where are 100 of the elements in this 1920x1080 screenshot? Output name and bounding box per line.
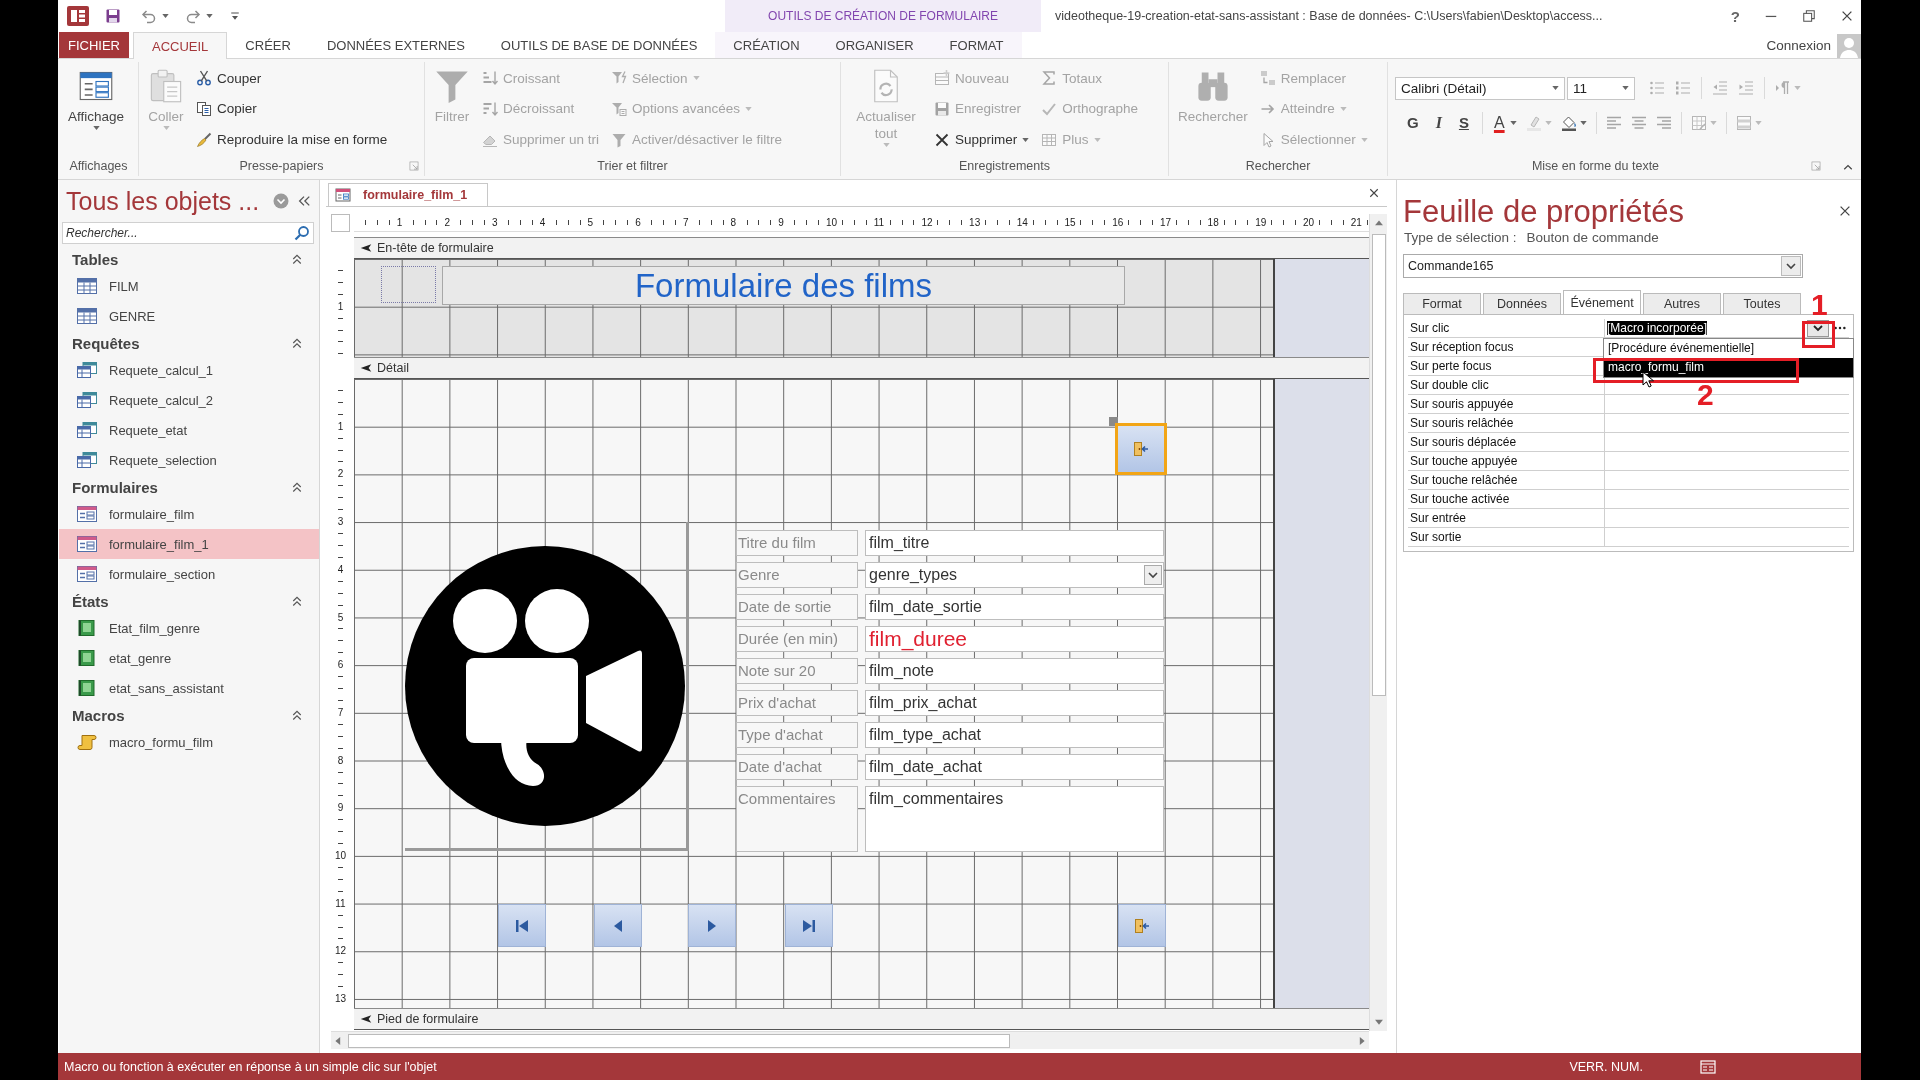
navigation-item[interactable]: Requete_calcul_1 <box>59 355 319 385</box>
group-header[interactable]: Macros <box>59 703 319 727</box>
navigation-item[interactable]: etat_sans_assistant <box>59 673 319 703</box>
section-bar[interactable]: Détail <box>354 357 1369 379</box>
form-title-label[interactable]: Formulaire des films <box>442 266 1125 305</box>
ribbon-button[interactable]: Couper <box>194 65 390 92</box>
vertical-scrollbar[interactable] <box>1369 214 1387 1031</box>
command-button[interactable] <box>785 904 833 947</box>
redo-arrow-icon[interactable] <box>185 8 201 24</box>
ribbon-button[interactable]: Supprimer <box>932 126 1032 153</box>
caret-icon[interactable] <box>162 14 169 18</box>
font-color-button[interactable]: A <box>1491 113 1507 133</box>
text-field[interactable]: film_note <box>865 658 1164 684</box>
help-button[interactable]: ? <box>1730 7 1740 25</box>
navigation-item[interactable]: Requete_calcul_2 <box>59 385 319 415</box>
undo-arrow-icon[interactable] <box>141 8 157 24</box>
restore-icon[interactable] <box>1802 9 1816 23</box>
ribbon-tab[interactable]: CRÉER <box>227 32 309 58</box>
picture-frame[interactable] <box>405 522 689 851</box>
group-header[interactable]: Requêtes <box>59 331 319 355</box>
command-button[interactable] <box>1118 904 1166 947</box>
empty-image-frame[interactable] <box>381 266 436 303</box>
scrollbar-thumb[interactable] <box>348 1033 1010 1048</box>
navigation-item[interactable]: macro_formu_film <box>59 727 319 757</box>
user-avatar-icon[interactable] <box>1837 34 1861 58</box>
section-bar[interactable]: En-tête de formulaire <box>354 237 1369 259</box>
search-field[interactable]: Rechercher... <box>62 222 314 244</box>
property-tab[interactable]: Autres <box>1643 293 1721 314</box>
text-field[interactable]: film_prix_achat <box>865 690 1164 716</box>
double-chevron-left-icon[interactable] <box>297 194 311 208</box>
navigation-item[interactable]: etat_genre <box>59 643 319 673</box>
property-tab[interactable]: Données <box>1483 293 1561 314</box>
horizontal-scrollbar[interactable] <box>331 1031 1369 1049</box>
text-style-button[interactable]: I <box>1431 113 1446 133</box>
group-header[interactable]: États <box>59 589 319 613</box>
navigation-item[interactable]: formulaire_section <box>59 559 319 589</box>
ribbon-tab[interactable]: CRÉATION <box>715 32 818 58</box>
text-field[interactable]: film_duree <box>865 626 1164 652</box>
ribbon-button[interactable]: Reproduire la mise en forme <box>194 126 390 153</box>
close-icon[interactable] <box>1838 204 1852 218</box>
circle-chevron-icon[interactable] <box>273 193 289 209</box>
paint-bucket-icon[interactable] <box>1560 115 1577 131</box>
text-style-button[interactable]: S <box>1454 113 1473 133</box>
ribbon-tab[interactable]: FORMAT <box>931 32 1022 58</box>
group-header[interactable]: Tables <box>59 247 319 271</box>
ribbon-tab[interactable]: ACCUEIL <box>133 32 228 59</box>
ruler-number: 5 <box>586 216 595 229</box>
dialog-launcher-icon[interactable] <box>409 161 419 171</box>
text-style-button[interactable]: G <box>1403 113 1423 133</box>
navigation-item[interactable]: FILM <box>59 271 319 301</box>
ribbon-tab[interactable]: ORGANISER <box>817 32 932 58</box>
text-area-field[interactable]: film_commentaires <box>865 786 1164 852</box>
ribbon-button[interactable]: Copier <box>194 96 390 122</box>
group-header[interactable]: Formulaires <box>59 475 319 499</box>
caret-icon[interactable] <box>1579 121 1587 125</box>
ribbon-tab[interactable]: DONNÉES EXTERNES <box>308 32 483 58</box>
dropdown-option[interactable]: [Procédure événementielle] <box>1604 339 1853 358</box>
section-title: Pied de formulaire <box>377 1012 479 1026</box>
ascending-bars-icon <box>482 70 498 87</box>
ribbon-tab[interactable]: FICHIER <box>59 32 129 58</box>
navigation-item[interactable]: Requete_etat <box>59 415 319 445</box>
text-field[interactable]: film_titre <box>865 530 1164 556</box>
document-tab[interactable]: formulaire_film_1 <box>328 183 489 206</box>
property-tab[interactable]: Événement <box>1563 290 1641 314</box>
navigation-item[interactable]: formulaire_film <box>59 499 319 529</box>
caret-icon[interactable] <box>206 14 213 18</box>
section-bar[interactable]: Pied de formulaire <box>354 1008 1369 1030</box>
navigation-item[interactable]: Requete_selection <box>59 445 319 475</box>
ribbon-tab[interactable]: OUTILS DE BASE DE DONNÉES <box>482 32 716 58</box>
form-view-icon[interactable] <box>1700 1058 1716 1075</box>
close-icon[interactable] <box>1368 187 1380 199</box>
search-icon[interactable] <box>294 225 310 241</box>
object-dropdown[interactable]: Commande165 <box>1403 254 1803 278</box>
navigation-item[interactable]: formulaire_film_1 <box>59 529 319 559</box>
command-button[interactable] <box>498 904 546 947</box>
close-icon[interactable] <box>1840 9 1854 23</box>
property-tab[interactable]: Format <box>1403 293 1481 314</box>
navigation-item[interactable]: Etat_film_genre <box>59 613 319 643</box>
font-size-dropdown[interactable]: 11 <box>1567 76 1635 100</box>
scrollbar-thumb[interactable] <box>1371 234 1386 696</box>
font-name-dropdown[interactable]: Calibri (Détail) <box>1395 76 1565 100</box>
sign-in-link[interactable]: Connexion <box>1766 32 1831 58</box>
text-field[interactable]: film_type_achat <box>865 722 1164 748</box>
pane-title[interactable]: Tous les objets ... <box>66 186 273 216</box>
combo-field[interactable]: genre_types <box>865 562 1164 588</box>
navigation-item[interactable]: GENRE <box>59 301 319 331</box>
caret-icon[interactable] <box>1509 121 1517 125</box>
dash-caret-icon[interactable] <box>229 10 241 22</box>
dialog-launcher-icon[interactable] <box>1811 161 1821 171</box>
chevron-down-icon[interactable] <box>1144 565 1162 585</box>
command-button[interactable] <box>1115 423 1167 475</box>
text-field[interactable]: film_date_sortie <box>865 594 1164 620</box>
command-button[interactable] <box>688 904 736 947</box>
text-field[interactable]: film_date_achat <box>865 754 1164 780</box>
ruler-corner[interactable] <box>331 214 350 232</box>
ribbon-button[interactable]: Affichage <box>66 62 127 156</box>
command-button[interactable] <box>594 904 642 947</box>
funnel-form-icon <box>611 101 628 117</box>
property-value-field[interactable]: [Macro incorporée] <box>1605 319 1849 337</box>
property-tab[interactable]: Toutes <box>1723 293 1801 314</box>
